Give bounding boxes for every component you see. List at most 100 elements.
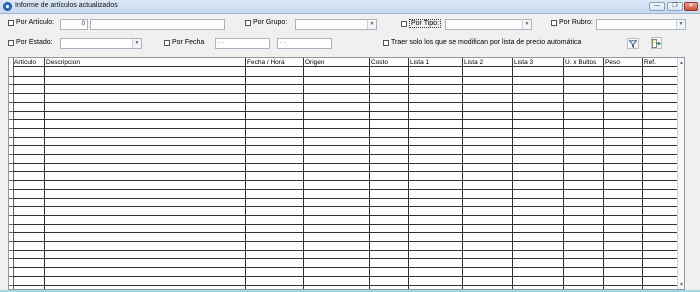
column-divider xyxy=(512,67,513,289)
checkbox-box[interactable] xyxy=(401,20,407,27)
table-row[interactable] xyxy=(13,249,678,251)
row-selector[interactable] xyxy=(9,75,13,77)
filter-button[interactable] xyxy=(627,38,639,49)
row-selector[interactable] xyxy=(9,101,13,103)
table-row[interactable] xyxy=(13,154,678,155)
row-selector[interactable] xyxy=(9,284,13,286)
row-selector[interactable] xyxy=(9,171,13,173)
column-divider xyxy=(369,67,370,289)
column-header[interactable]: U. x Bultos xyxy=(564,58,604,67)
checkbox-box[interactable] xyxy=(8,19,14,26)
por-grupo-checkbox[interactable]: Por Grupo: xyxy=(245,19,287,26)
row-selector[interactable] xyxy=(9,214,13,216)
scroll-up-icon[interactable]: ▲ xyxy=(679,60,684,66)
articulo-description-input[interactable] xyxy=(90,19,225,30)
articulo-code-input[interactable]: 0 xyxy=(60,19,88,30)
rubro-select[interactable]: ▼ xyxy=(596,19,686,30)
table-row[interactable] xyxy=(13,162,678,164)
close-button[interactable]: ✕ xyxy=(684,2,698,11)
por-tipo-checkbox[interactable]: Por Tipo: xyxy=(401,19,442,28)
row-selector[interactable] xyxy=(9,145,13,147)
table-row[interactable] xyxy=(13,171,678,173)
table-row[interactable] xyxy=(13,101,678,103)
table-row[interactable] xyxy=(13,145,678,147)
minimize-button[interactable]: — xyxy=(649,2,665,11)
vertical-scrollbar[interactable]: ▲ ▼ xyxy=(677,58,684,289)
table-row[interactable] xyxy=(13,232,678,234)
table-row[interactable] xyxy=(13,119,678,121)
table-row[interactable] xyxy=(13,180,678,182)
scroll-down-icon[interactable]: ▼ xyxy=(679,282,684,288)
table-row[interactable] xyxy=(13,214,678,216)
por-estado-checkbox[interactable]: Por Estado: xyxy=(8,39,53,46)
table-row[interactable] xyxy=(13,267,678,269)
row-selector[interactable] xyxy=(9,258,13,260)
column-header[interactable]: Ref. xyxy=(643,58,678,67)
table-row[interactable] xyxy=(13,284,678,286)
row-selector[interactable] xyxy=(9,188,13,190)
checkbox-box[interactable] xyxy=(8,39,14,46)
row-selector[interactable] xyxy=(9,206,13,208)
chevron-down-icon[interactable]: ▼ xyxy=(676,20,685,29)
restore-button[interactable]: ❐ xyxy=(667,2,683,11)
table-row[interactable] xyxy=(13,223,678,225)
por-articulo-checkbox[interactable]: Por Artículo: xyxy=(8,19,54,26)
articles-grid[interactable]: Artículo Descripcion Fecha / Hora Origen Cos… xyxy=(8,57,685,290)
table-row[interactable] xyxy=(13,136,678,138)
chevron-down-icon[interactable]: ▼ xyxy=(522,20,531,29)
por-fecha-checkbox[interactable]: Por Fecha xyxy=(164,39,204,46)
row-selector[interactable] xyxy=(9,267,13,269)
table-row[interactable] xyxy=(13,127,678,129)
table-row[interactable] xyxy=(13,93,678,95)
row-selector[interactable] xyxy=(9,249,13,251)
column-header[interactable]: Lista 3 xyxy=(513,58,564,67)
row-selector[interactable] xyxy=(9,127,13,129)
column-header[interactable]: Fecha / Hora xyxy=(246,58,304,67)
por-rubro-checkbox[interactable]: Por Rubro: xyxy=(551,19,593,26)
checkbox-box[interactable] xyxy=(383,39,389,46)
column-header[interactable]: Peso xyxy=(604,58,643,67)
fecha-desde-input[interactable]: - - xyxy=(215,38,270,49)
column-header[interactable]: Lista 2 xyxy=(463,58,513,67)
row-selector[interactable] xyxy=(9,162,13,164)
export-button[interactable] xyxy=(651,37,662,49)
traer-solo-checkbox[interactable]: Traer solo los que se modifican por list… xyxy=(383,39,581,46)
tipo-select[interactable]: ▼ xyxy=(445,19,532,30)
row-selector[interactable] xyxy=(9,275,13,277)
table-row[interactable] xyxy=(13,258,678,260)
checkbox-box[interactable] xyxy=(164,39,170,46)
table-row[interactable] xyxy=(13,275,678,277)
row-selector[interactable] xyxy=(9,93,13,95)
column-divider xyxy=(642,67,643,289)
row-selector[interactable] xyxy=(9,84,13,86)
fecha-hasta-input[interactable]: - - xyxy=(277,38,332,49)
row-selector[interactable] xyxy=(9,110,13,112)
row-selector[interactable] xyxy=(9,223,13,225)
column-header[interactable]: Origen xyxy=(304,58,370,67)
table-row[interactable] xyxy=(13,84,678,86)
table-row[interactable] xyxy=(13,206,678,208)
table-row[interactable] xyxy=(13,75,678,77)
grupo-select[interactable]: ▼ xyxy=(295,19,377,30)
column-header[interactable]: Lista 1 xyxy=(409,58,463,67)
column-header[interactable]: Artículo xyxy=(13,58,45,67)
table-row[interactable] xyxy=(13,110,678,112)
column-header[interactable]: Costo xyxy=(370,58,409,67)
table-row[interactable] xyxy=(13,188,678,190)
estado-select[interactable]: ▼ xyxy=(60,38,142,49)
title-bar: Informe de artículos actualizados — ❐ ✕ xyxy=(0,0,700,14)
checkbox-box[interactable] xyxy=(245,19,251,26)
row-selector[interactable] xyxy=(9,119,13,121)
row-selector[interactable] xyxy=(9,232,13,234)
row-selector[interactable] xyxy=(9,180,13,182)
table-row[interactable] xyxy=(13,197,678,199)
chevron-down-icon[interactable]: ▼ xyxy=(367,20,376,29)
checkbox-box[interactable] xyxy=(551,19,557,26)
table-row[interactable] xyxy=(13,241,678,242)
chevron-down-icon[interactable]: ▼ xyxy=(132,39,141,48)
row-selector[interactable] xyxy=(9,136,13,138)
row-selector[interactable] xyxy=(9,241,13,242)
row-selector[interactable] xyxy=(9,154,13,155)
row-selector[interactable] xyxy=(9,197,13,199)
column-header[interactable]: Descripcion xyxy=(45,58,246,67)
